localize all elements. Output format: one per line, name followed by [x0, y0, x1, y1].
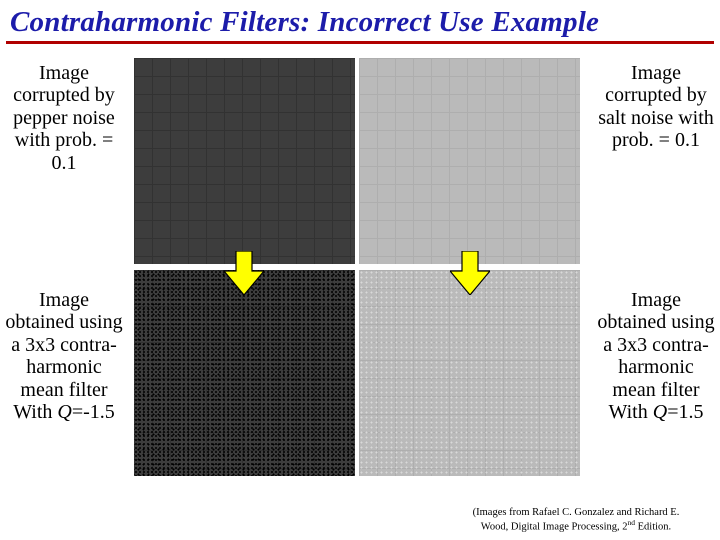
image-filtered-q-neg [134, 270, 355, 476]
caption-br-val: =1.5 [667, 401, 703, 423]
title-underline [6, 41, 714, 44]
image-pepper-noise [134, 58, 355, 264]
image-grid [134, 58, 580, 476]
slide-title: Contraharmonic Filters: Incorrect Use Ex… [0, 0, 720, 41]
slide-content: Image corrupted by pepper noise with pro… [0, 58, 720, 540]
image-row-top [134, 58, 580, 264]
image-row-bottom [134, 270, 580, 476]
arrow-down-icon [450, 251, 490, 295]
caption-bl-q: Q [57, 401, 71, 423]
image-filtered-q-pos [359, 270, 580, 476]
caption-bl-val: =-1.5 [72, 401, 115, 423]
image-salt-noise [359, 58, 580, 264]
caption-bottom-left: Image obtained using a 3x3 contra- harmo… [4, 289, 124, 423]
image-attribution: (Images from Rafael C. Gonzalez and Rich… [446, 507, 706, 534]
attribution-sup: nd [628, 518, 636, 527]
caption-top-left: Image corrupted by pepper noise with pro… [4, 62, 124, 174]
caption-br-q: Q [653, 401, 667, 423]
arrow-down-icon [224, 251, 264, 295]
attribution-line2-post: Edition. [635, 522, 671, 533]
attribution-line1: (Images from Rafael C. Gonzalez and Rich… [473, 507, 680, 518]
caption-top-right: Image corrupted by salt noise with prob.… [596, 62, 716, 152]
caption-bottom-right: Image obtained using a 3x3 contra- harmo… [596, 289, 716, 423]
attribution-line2-pre: Wood, Digital Image Processing, 2 [481, 522, 628, 533]
